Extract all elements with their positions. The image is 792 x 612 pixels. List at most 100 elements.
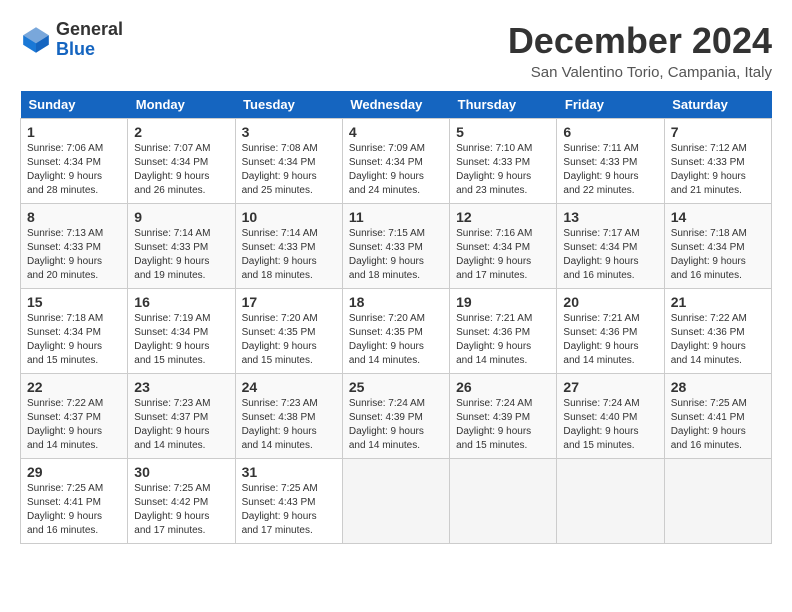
calendar-week-row: 8 Sunrise: 7:13 AMSunset: 4:33 PMDaylight… (21, 204, 772, 289)
day-number: 9 (134, 209, 228, 225)
calendar-cell: 30Sunrise: 7:25 AMSunset: 4:42 PMDayligh… (128, 459, 235, 544)
day-number: 27 (563, 379, 657, 395)
calendar-cell: 22 Sunrise: 7:22 AMSunset: 4:37 PMDayligh… (21, 374, 128, 459)
location: San Valentino Torio, Campania, Italy (508, 64, 772, 81)
day-number: 13 (563, 209, 657, 225)
calendar-cell: 19Sunrise: 7:21 AMSunset: 4:36 PMDayligh… (450, 289, 557, 374)
calendar-cell (450, 459, 557, 544)
calendar-cell: 18Sunrise: 7:20 AMSunset: 4:35 PMDayligh… (342, 289, 449, 374)
cell-info: Sunrise: 7:21 AMSunset: 4:36 PMDaylight:… (456, 312, 550, 368)
day-number: 7 (671, 124, 765, 140)
day-number: 5 (456, 124, 550, 140)
calendar-week-row: 1 Sunrise: 7:06 AMSunset: 4:34 PMDaylight… (21, 119, 772, 204)
calendar-cell: 14 Sunrise: 7:18 AMSunset: 4:34 PMDayligh… (664, 204, 771, 289)
day-number: 17 (242, 294, 336, 310)
day-number: 2 (134, 124, 228, 140)
cell-info: Sunrise: 7:11 AMSunset: 4:33 PMDaylight:… (563, 142, 657, 198)
page-header: General Blue December 2024 San Valentino… (20, 20, 772, 81)
month-title: December 2024 (508, 20, 772, 62)
cell-info: Sunrise: 7:21 AMSunset: 4:36 PMDaylight:… (563, 312, 657, 368)
cell-info: Sunrise: 7:14 AMSunset: 4:33 PMDaylight:… (134, 227, 228, 283)
calendar-cell: 8 Sunrise: 7:13 AMSunset: 4:33 PMDaylight… (21, 204, 128, 289)
cell-info: Sunrise: 7:25 AMSunset: 4:41 PMDaylight:… (27, 482, 121, 538)
day-number: 15 (27, 294, 121, 310)
cell-info: Sunrise: 7:16 AMSunset: 4:34 PMDaylight:… (456, 227, 550, 283)
day-number: 1 (27, 124, 121, 140)
day-number: 21 (671, 294, 765, 310)
day-number: 6 (563, 124, 657, 140)
day-number: 22 (27, 379, 121, 395)
day-number: 12 (456, 209, 550, 225)
day-number: 4 (349, 124, 443, 140)
logo-text: General Blue (56, 20, 123, 60)
calendar-cell: 17Sunrise: 7:20 AMSunset: 4:35 PMDayligh… (235, 289, 342, 374)
cell-info: Sunrise: 7:22 AMSunset: 4:37 PMDaylight:… (27, 397, 121, 453)
day-number: 30 (134, 464, 228, 480)
calendar-cell: 21Sunrise: 7:22 AMSunset: 4:36 PMDayligh… (664, 289, 771, 374)
calendar-cell: 23Sunrise: 7:23 AMSunset: 4:37 PMDayligh… (128, 374, 235, 459)
cell-info: Sunrise: 7:18 AMSunset: 4:34 PMDaylight:… (27, 312, 121, 368)
cell-info: Sunrise: 7:13 AMSunset: 4:33 PMDaylight:… (27, 227, 121, 283)
calendar-cell: 7 Sunrise: 7:12 AMSunset: 4:33 PMDaylight… (664, 119, 771, 204)
calendar-cell: 2Sunrise: 7:07 AMSunset: 4:34 PMDaylight… (128, 119, 235, 204)
day-number: 29 (27, 464, 121, 480)
day-number: 14 (671, 209, 765, 225)
calendar-body: 1 Sunrise: 7:06 AMSunset: 4:34 PMDaylight… (21, 119, 772, 544)
day-number: 26 (456, 379, 550, 395)
cell-info: Sunrise: 7:06 AMSunset: 4:34 PMDaylight:… (27, 142, 121, 198)
logo-icon (20, 24, 52, 56)
cell-info: Sunrise: 7:14 AMSunset: 4:33 PMDaylight:… (242, 227, 336, 283)
calendar-cell: 9 Sunrise: 7:14 AMSunset: 4:33 PMDaylight… (128, 204, 235, 289)
day-number: 8 (27, 209, 121, 225)
calendar-cell: 11 Sunrise: 7:15 AMSunset: 4:33 PMDayligh… (342, 204, 449, 289)
calendar-cell: 3Sunrise: 7:08 AMSunset: 4:34 PMDaylight… (235, 119, 342, 204)
weekday-header: Tuesday (235, 91, 342, 119)
cell-info: Sunrise: 7:15 AMSunset: 4:33 PMDaylight:… (349, 227, 443, 283)
logo: General Blue (20, 20, 123, 60)
cell-info: Sunrise: 7:24 AMSunset: 4:39 PMDaylight:… (456, 397, 550, 453)
calendar-cell: 24 Sunrise: 7:23 AMSunset: 4:38 PMDayligh… (235, 374, 342, 459)
calendar-header-row: SundayMondayTuesdayWednesdayThursdayFrid… (21, 91, 772, 119)
calendar-cell: 13 Sunrise: 7:17 AMSunset: 4:34 PMDayligh… (557, 204, 664, 289)
cell-info: Sunrise: 7:19 AMSunset: 4:34 PMDaylight:… (134, 312, 228, 368)
cell-info: Sunrise: 7:23 AMSunset: 4:38 PMDaylight:… (242, 397, 336, 453)
cell-info: Sunrise: 7:23 AMSunset: 4:37 PMDaylight:… (134, 397, 228, 453)
cell-info: Sunrise: 7:18 AMSunset: 4:34 PMDaylight:… (671, 227, 765, 283)
calendar-week-row: 22 Sunrise: 7:22 AMSunset: 4:37 PMDayligh… (21, 374, 772, 459)
calendar-cell: 25 Sunrise: 7:24 AMSunset: 4:39 PMDayligh… (342, 374, 449, 459)
weekday-header: Sunday (21, 91, 128, 119)
calendar-cell: 12 Sunrise: 7:16 AMSunset: 4:34 PMDayligh… (450, 204, 557, 289)
weekday-header: Friday (557, 91, 664, 119)
calendar-cell: 27Sunrise: 7:24 AMSunset: 4:40 PMDayligh… (557, 374, 664, 459)
calendar-cell: 16 Sunrise: 7:19 AMSunset: 4:34 PMDayligh… (128, 289, 235, 374)
day-number: 18 (349, 294, 443, 310)
calendar-cell: 10 Sunrise: 7:14 AMSunset: 4:33 PMDayligh… (235, 204, 342, 289)
calendar-cell: 6 Sunrise: 7:11 AMSunset: 4:33 PMDaylight… (557, 119, 664, 204)
day-number: 16 (134, 294, 228, 310)
day-number: 11 (349, 209, 443, 225)
calendar-cell: 4 Sunrise: 7:09 AMSunset: 4:34 PMDaylight… (342, 119, 449, 204)
cell-info: Sunrise: 7:25 AMSunset: 4:41 PMDaylight:… (671, 397, 765, 453)
cell-info: Sunrise: 7:12 AMSunset: 4:33 PMDaylight:… (671, 142, 765, 198)
calendar-cell: 26 Sunrise: 7:24 AMSunset: 4:39 PMDayligh… (450, 374, 557, 459)
calendar-cell (342, 459, 449, 544)
weekday-header: Thursday (450, 91, 557, 119)
calendar-table: SundayMondayTuesdayWednesdayThursdayFrid… (20, 91, 772, 544)
day-number: 20 (563, 294, 657, 310)
day-number: 25 (349, 379, 443, 395)
day-number: 24 (242, 379, 336, 395)
day-number: 10 (242, 209, 336, 225)
calendar-cell: 28 Sunrise: 7:25 AMSunset: 4:41 PMDayligh… (664, 374, 771, 459)
cell-info: Sunrise: 7:24 AMSunset: 4:39 PMDaylight:… (349, 397, 443, 453)
day-number: 3 (242, 124, 336, 140)
weekday-header: Monday (128, 91, 235, 119)
cell-info: Sunrise: 7:09 AMSunset: 4:34 PMDaylight:… (349, 142, 443, 198)
calendar-cell: 29 Sunrise: 7:25 AMSunset: 4:41 PMDayligh… (21, 459, 128, 544)
calendar-cell: 31Sunrise: 7:25 AMSunset: 4:43 PMDayligh… (235, 459, 342, 544)
cell-info: Sunrise: 7:17 AMSunset: 4:34 PMDaylight:… (563, 227, 657, 283)
cell-info: Sunrise: 7:25 AMSunset: 4:43 PMDaylight:… (242, 482, 336, 538)
calendar-week-row: 15 Sunrise: 7:18 AMSunset: 4:34 PMDayligh… (21, 289, 772, 374)
day-number: 28 (671, 379, 765, 395)
calendar-cell: 15 Sunrise: 7:18 AMSunset: 4:34 PMDayligh… (21, 289, 128, 374)
cell-info: Sunrise: 7:10 AMSunset: 4:33 PMDaylight:… (456, 142, 550, 198)
